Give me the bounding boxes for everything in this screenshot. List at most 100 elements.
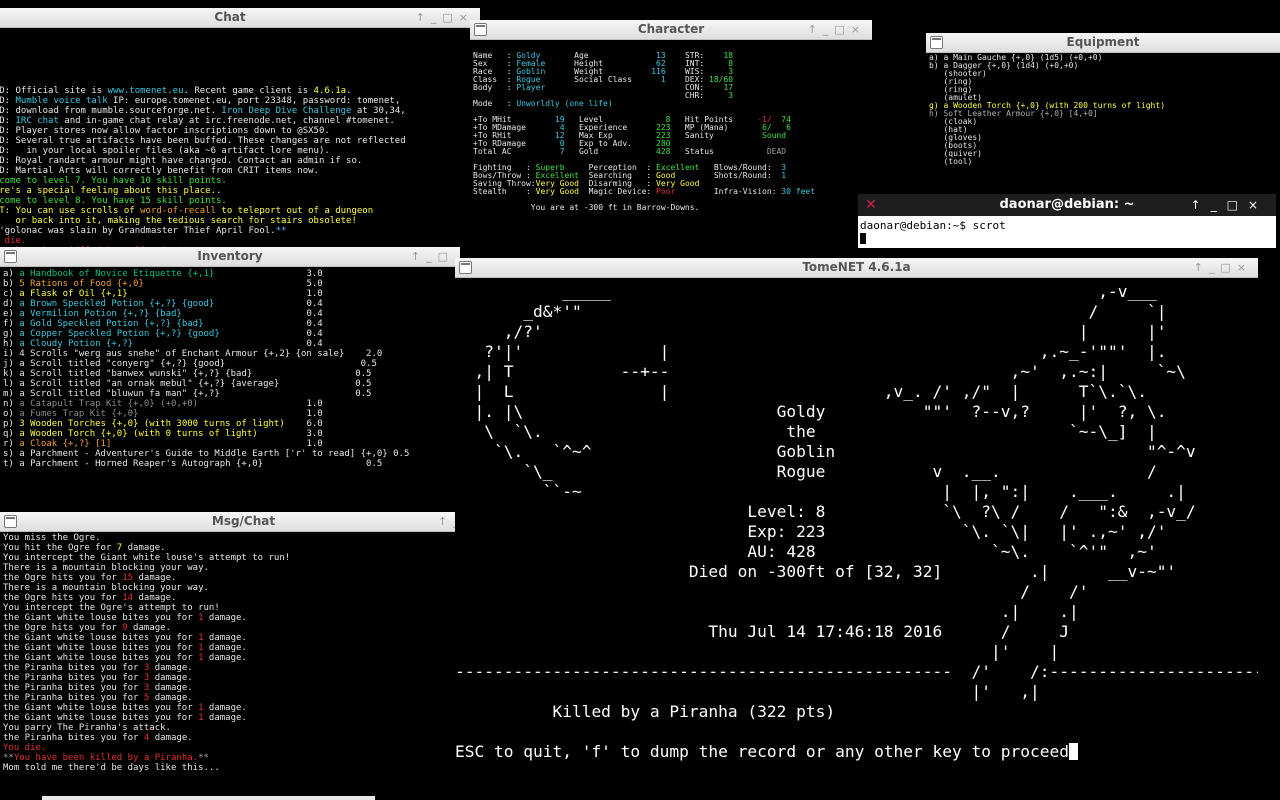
- tomenet-title: TomeNET 4.6.1a: [802, 260, 911, 274]
- tombstone-screen[interactable]: _____ ,-v___ _d&*'" / `| ,/?' | |' ?'|' …: [455, 278, 1258, 762]
- line-segment: k) a Scroll titled "banwex wunski" {+,?}…: [3, 369, 253, 379]
- minimize-icon[interactable]: _: [431, 11, 443, 24]
- line-segment: 0.4: [133, 339, 323, 349]
- maximize-icon[interactable]: □: [442, 11, 458, 24]
- chat-titlebar[interactable]: Chat ↑_□×: [0, 8, 480, 28]
- line-segment: b): [3, 279, 20, 289]
- window-menu-icon[interactable]: [474, 23, 487, 36]
- line-segment: MotD: Royal randart armour might have ch…: [0, 156, 363, 166]
- line-segment: You parry The Piranha's attack.: [3, 723, 171, 733]
- maximize-icon[interactable]: □: [834, 23, 850, 36]
- tomenet-titlebar[interactable]: TomeNET 4.6.1a ↑_□×: [455, 258, 1258, 278]
- up-icon[interactable]: ↑: [411, 250, 426, 263]
- minimize-icon[interactable]: _: [426, 250, 438, 263]
- window-controls[interactable]: ↑_□×: [416, 8, 474, 27]
- line-segment: Sound: [742, 131, 787, 140]
- up-icon[interactable]: ↑: [416, 11, 431, 24]
- game-cursor: [1068, 743, 1078, 760]
- maximize-icon[interactable]: □: [1220, 261, 1236, 274]
- line-segment: a Brown Speckled Potion {+,?} {good}: [19, 299, 215, 309]
- line-segment: damage.: [149, 663, 193, 673]
- window-menu-icon[interactable]: [930, 36, 943, 49]
- up-icon[interactable]: ↑: [1191, 198, 1211, 212]
- maximize-icon[interactable]: □: [1227, 198, 1248, 212]
- line-segment: Mom told me there'd be days like this...: [3, 763, 220, 773]
- line-segment: 4.6.1a: [313, 86, 347, 96]
- window-controls[interactable]: ↑_□×: [1191, 194, 1268, 216]
- log-line: There is a mountain blocking your way.: [3, 583, 484, 593]
- screen-line: [455, 722, 1258, 742]
- log-line: j) a Scroll titled "conyerg" {+,?} {good…: [3, 359, 457, 369]
- close-icon[interactable]: ×: [1237, 261, 1252, 274]
- line-segment: the Piranha bites you for: [3, 693, 144, 703]
- close-icon[interactable]: ×: [851, 23, 866, 36]
- window-menu-icon[interactable]: [459, 261, 472, 274]
- line-segment: Shots/Round:: [699, 171, 782, 180]
- minimize-icon[interactable]: _: [1209, 261, 1221, 274]
- msgchat-titlebar[interactable]: Msg/Chat ↑_□: [0, 512, 487, 532]
- line-segment: the Giant white louse bites you for: [3, 633, 199, 643]
- line-segment: a): [3, 269, 20, 279]
- window-controls[interactable]: ↑_□: [411, 247, 454, 266]
- up-icon[interactable]: ↑: [808, 23, 823, 36]
- equipment-titlebar[interactable]: Equipment: [926, 33, 1280, 53]
- character-title: Character: [637, 22, 705, 36]
- window-menu-icon[interactable]: [4, 250, 17, 263]
- terminal-output[interactable]: daonar@debian:~$ scrot: [858, 216, 1276, 248]
- log-line: the Ogre hits you for 9 damage.: [3, 623, 484, 633]
- log-line: There is a mountain blocking your way.: [3, 563, 484, 573]
- line-segment: a Copper Speckled Potion {+,?} {good}: [19, 329, 220, 339]
- line-segment: d): [3, 299, 20, 309]
- line-segment: the Giant white louse bites you for: [3, 613, 199, 623]
- log-line: h) a Cloudy Potion {+,?} 0.4: [3, 339, 457, 349]
- line-segment: **: [198, 753, 209, 763]
- terminal-titlebar[interactable]: ✕ daonar@debian: ~ ↑_□×: [858, 194, 1276, 216]
- debian-icon: ✕: [865, 197, 877, 213]
- log-line: You die.: [3, 743, 484, 753]
- minimize-icon[interactable]: _: [823, 23, 835, 36]
- line-segment: You hit the Ogre for: [3, 543, 117, 553]
- terminal-prompt: daonar@debian:~$ scrot: [860, 219, 1006, 232]
- log-line: (ring): [929, 78, 1277, 86]
- window-menu-icon[interactable]: [4, 515, 17, 528]
- message-log: You miss the Ogre. You hit the Ogre for 7…: [0, 532, 487, 774]
- chat-title: Chat: [214, 10, 246, 24]
- line-segment: MotD: Martial Arts will correctly benefi…: [0, 166, 319, 176]
- terminal-cursor: [860, 233, 866, 244]
- line-segment: damage.: [127, 623, 171, 633]
- line-segment: o): [3, 409, 20, 419]
- log-line: (quiver): [929, 150, 1277, 158]
- inventory-titlebar[interactable]: Inventory ↑_□: [0, 247, 460, 267]
- maximize-icon[interactable]: □: [438, 250, 454, 263]
- line-segment: the Ogre hits you for: [3, 593, 123, 603]
- log-line: the Giant white louse bites you for 1 da…: [3, 713, 484, 723]
- window-controls[interactable]: ↑_□×: [808, 20, 866, 39]
- log-line: You intercept the Ogre's attempt to run!: [3, 603, 484, 613]
- line-segment: i) 4 Scrolls "werg aus snehe" of Enchant…: [3, 349, 345, 359]
- up-icon[interactable]: ↑: [438, 515, 453, 528]
- log-line: the Giant white louse bites you for 1 da…: [3, 643, 484, 653]
- line-segment: a Flask of Oil {+,1}: [19, 289, 128, 299]
- inventory-title: Inventory: [197, 249, 263, 263]
- log-line: n) a Catapult Trap Kit {+,0} (+0,+0) 1.0: [3, 399, 457, 409]
- line-segment: word-of-recall: [140, 206, 216, 216]
- line-segment: You die.: [4, 236, 27, 246]
- line-segment: 0.4: [219, 329, 323, 339]
- up-icon[interactable]: ↑: [1194, 261, 1209, 274]
- minimize-icon[interactable]: _: [1211, 198, 1227, 212]
- log-line: MotD: Several true artifacts have been b…: [0, 136, 477, 146]
- line-segment: www.tomenet.eu: [107, 86, 184, 96]
- character-titlebar[interactable]: Character ↑_□×: [470, 20, 872, 40]
- log-line: the Piranha bites you for 3 damage.: [3, 673, 484, 683]
- screen-line: |' |: [455, 642, 1060, 661]
- log-line: **You have been killed by a Piranha.**: [3, 753, 484, 763]
- window-controls[interactable]: ↑_□×: [1194, 258, 1252, 277]
- log-line: Stealth : Very Good Magic Device: Poor I…: [473, 188, 869, 196]
- screen-line: |' ,|: [455, 682, 1040, 701]
- line-segment: c): [3, 289, 20, 299]
- log-line: Total AC 7 Gold 428 Status DEAD: [473, 148, 869, 156]
- log-line: Welcome to level 8. You have 15 skill po…: [0, 196, 477, 206]
- close-icon[interactable]: ×: [1248, 198, 1268, 212]
- screen-line: ``-~ | |, ":| .___. .|: [455, 482, 1186, 501]
- inventory-window: Inventory ↑_□ a) a Handbook of Novice Et…: [0, 247, 460, 509]
